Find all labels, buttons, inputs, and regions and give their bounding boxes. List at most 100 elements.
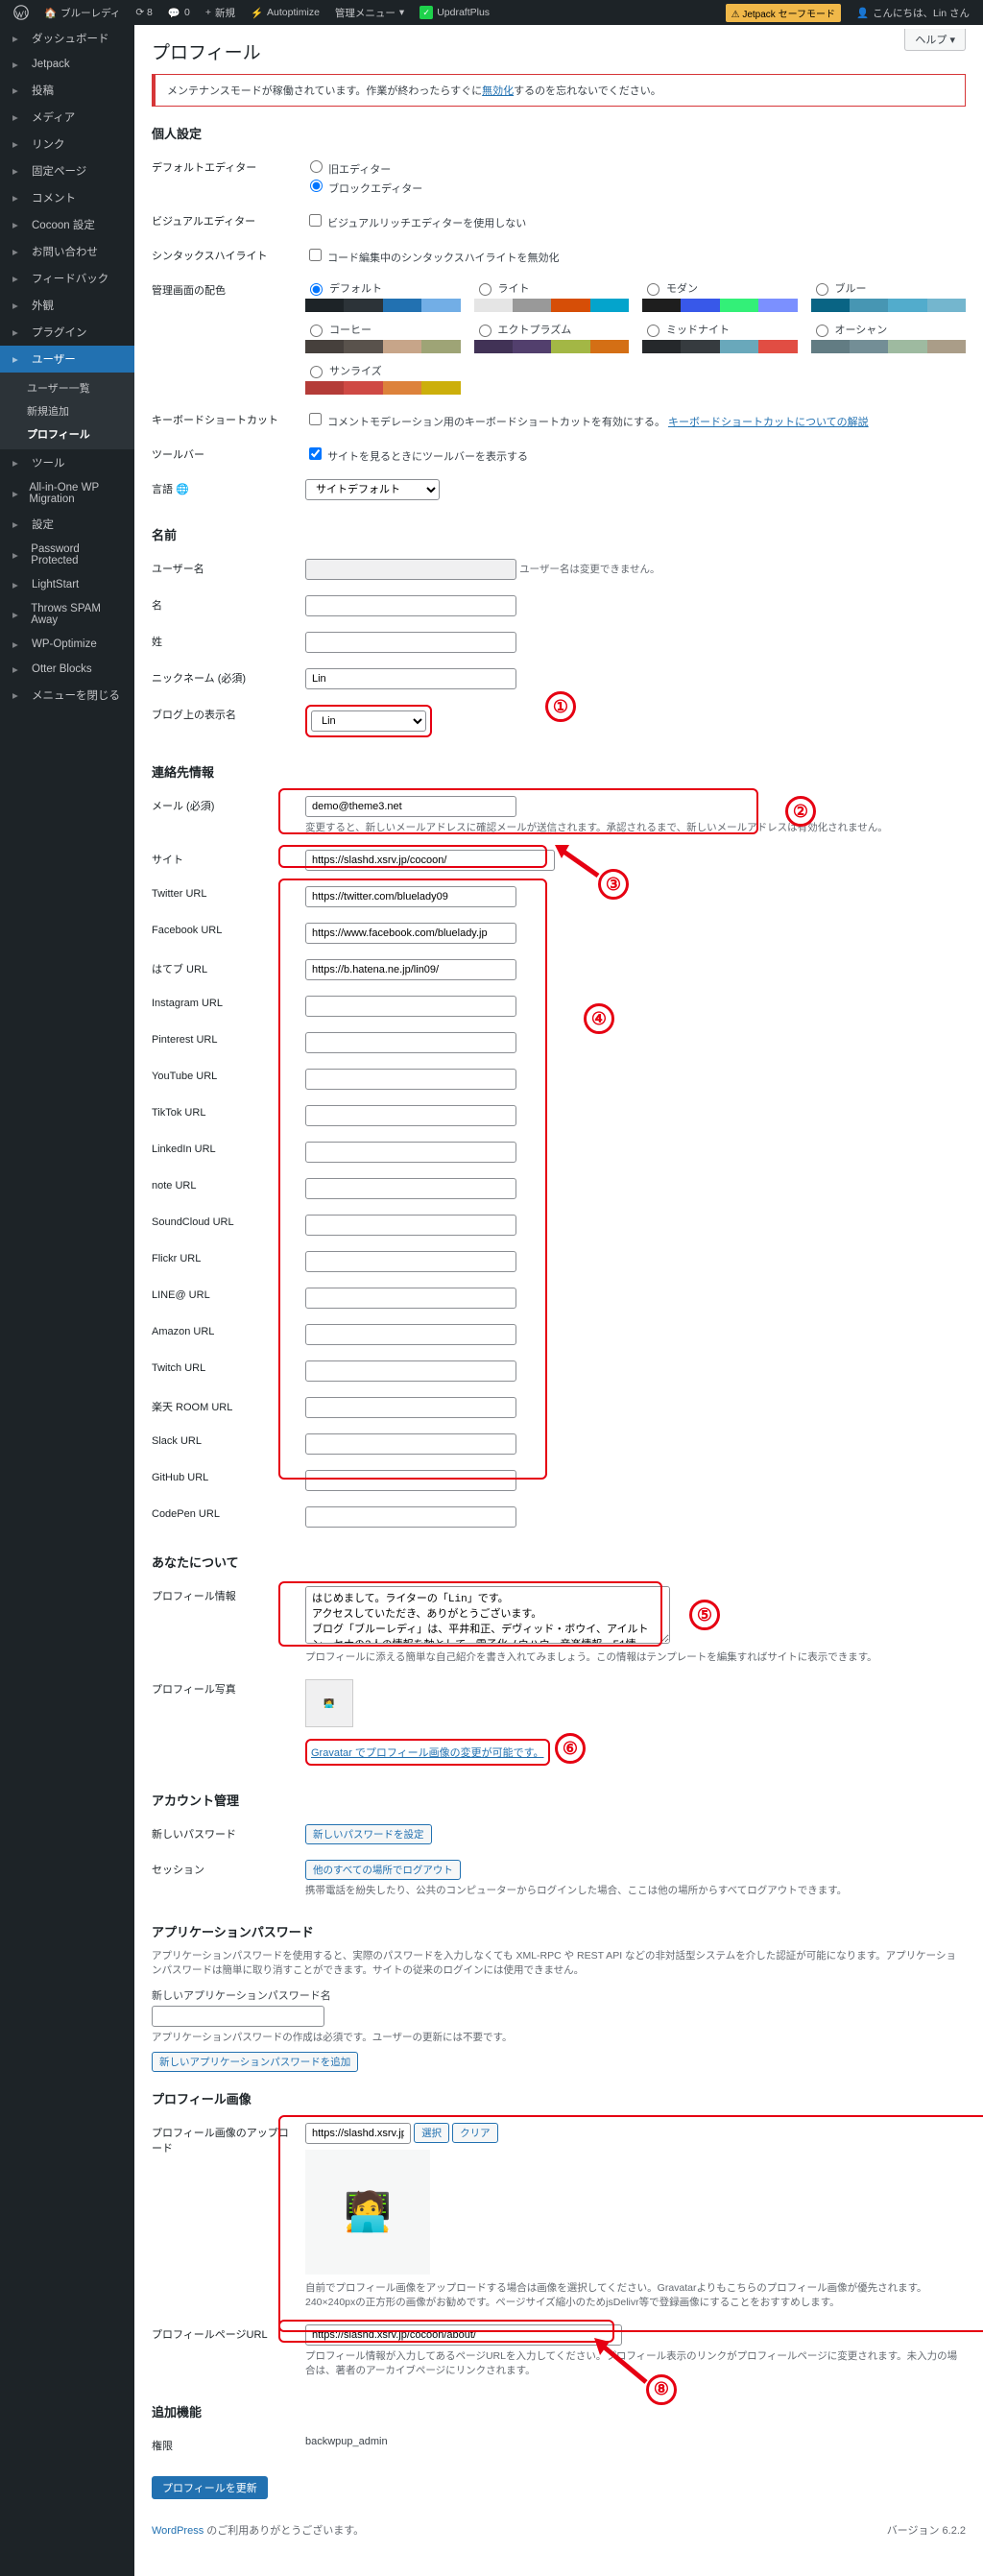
menu-item[interactable]: ▸リンク (0, 131, 134, 157)
display-select[interactable]: Lin (311, 710, 426, 732)
clear-button[interactable]: クリア (452, 2123, 498, 2143)
tiktok-input[interactable] (305, 1105, 516, 1126)
github-input[interactable] (305, 1470, 516, 1491)
instagram-input[interactable] (305, 996, 516, 1017)
color-scheme[interactable]: ミッドナイト (642, 322, 798, 353)
pinterest-input[interactable] (305, 1032, 516, 1053)
syntax-check[interactable]: コード編集中のシンタックスハイライトを無効化 (305, 253, 560, 264)
session-label: セッション (152, 1852, 305, 1905)
color-scheme[interactable]: オーシャン (811, 322, 967, 353)
shortcut-help-link[interactable]: キーボードショートカットについての解説 (668, 417, 869, 428)
color-scheme[interactable]: コーヒー (305, 322, 461, 353)
shortcut-check[interactable]: コメントモデレーション用のキーボードショートカットを有効にする。 (305, 417, 665, 428)
my-account[interactable]: 👤 こんにちは、Lin さん (849, 0, 977, 25)
menu-item[interactable]: ▸プラグイン (0, 319, 134, 346)
menu-item[interactable]: ▸ユーザー (0, 346, 134, 373)
amazon-input[interactable] (305, 1324, 516, 1345)
color-scheme[interactable]: サンライズ (305, 363, 461, 395)
color-scheme[interactable]: モダン (642, 280, 798, 312)
email-input[interactable] (305, 796, 516, 817)
bio-textarea[interactable] (305, 1586, 670, 1644)
logout-everywhere-button[interactable]: 他のすべての場所でログアウト (305, 1860, 461, 1880)
app-pw-hint: アプリケーションパスワードの作成は必須です。ユーザーの更新には不要です。 (152, 2030, 966, 2044)
menu-item[interactable]: ▸外観 (0, 292, 134, 319)
slack-input[interactable] (305, 1433, 516, 1455)
twitch-input[interactable] (305, 1360, 516, 1382)
select-button[interactable]: 選択 (414, 2123, 449, 2143)
submit-button[interactable]: プロフィールを更新 (152, 2476, 268, 2499)
color-scheme[interactable]: ライト (474, 280, 630, 312)
admin-menu-link[interactable]: 管理メニュー ▾ (327, 0, 412, 25)
menu-item[interactable]: ▸Password Protected (0, 538, 134, 572)
facebook-input[interactable] (305, 923, 516, 944)
version: バージョン 6.2.2 (887, 2522, 966, 2538)
nick-input[interactable] (305, 668, 516, 689)
color-scheme[interactable]: ブルー (811, 280, 967, 312)
menu-item[interactable]: ▸Throws SPAM Away (0, 597, 134, 632)
youtube-input[interactable] (305, 1069, 516, 1090)
menu-item[interactable]: ▸LightStart (0, 572, 134, 597)
menu-item[interactable]: ▸Otter Blocks (0, 657, 134, 682)
new-pw-button[interactable]: 新しいパスワードを設定 (305, 1824, 432, 1844)
menu-item[interactable]: ▸お問い合わせ (0, 238, 134, 265)
wp-link[interactable]: WordPress (152, 2525, 204, 2537)
nick-label: ニックネーム (必須) (152, 661, 305, 697)
comments-count[interactable]: 💬 0 (160, 0, 198, 25)
menu-item[interactable]: ▸コメント (0, 184, 134, 211)
hatebu-input[interactable] (305, 959, 516, 980)
flickr-input[interactable] (305, 1251, 516, 1272)
color-scheme[interactable]: デフォルト (305, 280, 461, 312)
menu-item[interactable]: ▸メディア (0, 104, 134, 131)
line-input[interactable] (305, 1288, 516, 1309)
updraft[interactable]: ✓ UpdraftPlus (412, 0, 497, 25)
twitter-input[interactable] (305, 886, 516, 907)
editor-block[interactable]: ブロックエディター (305, 183, 422, 195)
last-input[interactable] (305, 632, 516, 653)
lang-select[interactable]: サイトデフォルト (305, 479, 440, 500)
linkedin-label: LinkedIn URL (152, 1134, 305, 1170)
submenu-item[interactable]: ユーザー一覧 (0, 376, 134, 399)
site-input[interactable] (305, 850, 555, 871)
gravatar-link[interactable]: Gravatar でプロフィール画像の変更が可能です。 (311, 1747, 544, 1759)
menu-item[interactable]: ▸Jetpack (0, 52, 134, 77)
menu-item[interactable]: ▸固定ページ (0, 157, 134, 184)
disable-link[interactable]: 無効化 (482, 85, 514, 97)
new-content[interactable]: + 新規 (198, 0, 243, 25)
upload-input[interactable] (305, 2123, 411, 2144)
menu-item[interactable]: ▸投稿 (0, 77, 134, 104)
menu-item[interactable]: ▸ダッシュボード (0, 25, 134, 52)
autoptimize[interactable]: ⚡ Autoptimize (243, 0, 327, 25)
menu-icon: ▸ (12, 110, 26, 124)
menu-item[interactable]: ▸設定 (0, 511, 134, 538)
line-label: LINE@ URL (152, 1280, 305, 1316)
app-pw-input[interactable] (152, 2006, 324, 2027)
soundcloud-input[interactable] (305, 1215, 516, 1236)
menu-item[interactable]: ▸メニューを閉じる (0, 682, 134, 709)
menu-item[interactable]: ▸All-in-One WP Migration (0, 476, 134, 511)
linkedin-input[interactable] (305, 1142, 516, 1163)
menu-item[interactable]: ▸フィードバック (0, 265, 134, 292)
submenu-item[interactable]: 新規追加 (0, 399, 134, 422)
editor-old[interactable]: 旧エディター (305, 164, 391, 176)
wp-logo[interactable] (6, 0, 36, 25)
jetpack-safe[interactable]: ⚠ Jetpack セーフモード (718, 0, 849, 25)
toolbar-label: ツールバー (152, 437, 305, 471)
add-app-pw-button[interactable]: 新しいアプリケーションパスワードを追加 (152, 2052, 358, 2072)
submenu-item[interactable]: プロフィール (0, 422, 134, 445)
visual-check[interactable]: ビジュアルリッチエディターを使用しない (305, 218, 526, 229)
note-input[interactable] (305, 1178, 516, 1199)
menu-item[interactable]: ▸WP-Optimize (0, 632, 134, 657)
color-scheme[interactable]: エクトプラズム (474, 322, 630, 353)
page-url-input[interactable] (305, 2324, 622, 2346)
site-name[interactable]: 🏠 ブルーレディ (36, 0, 128, 25)
help-tab[interactable]: ヘルプ ▾ (904, 29, 966, 51)
lang-label: 言語 🌐 (152, 471, 305, 508)
updates[interactable]: ⟳ 8 (128, 0, 160, 25)
codepen-input[interactable] (305, 1506, 516, 1528)
username-input (305, 559, 516, 580)
first-input[interactable] (305, 595, 516, 616)
menu-item[interactable]: ▸Cocoon 設定 (0, 211, 134, 238)
rakuten-input[interactable] (305, 1397, 516, 1418)
toolbar-check[interactable]: サイトを見るときにツールバーを表示する (305, 451, 528, 463)
menu-item[interactable]: ▸ツール (0, 449, 134, 476)
